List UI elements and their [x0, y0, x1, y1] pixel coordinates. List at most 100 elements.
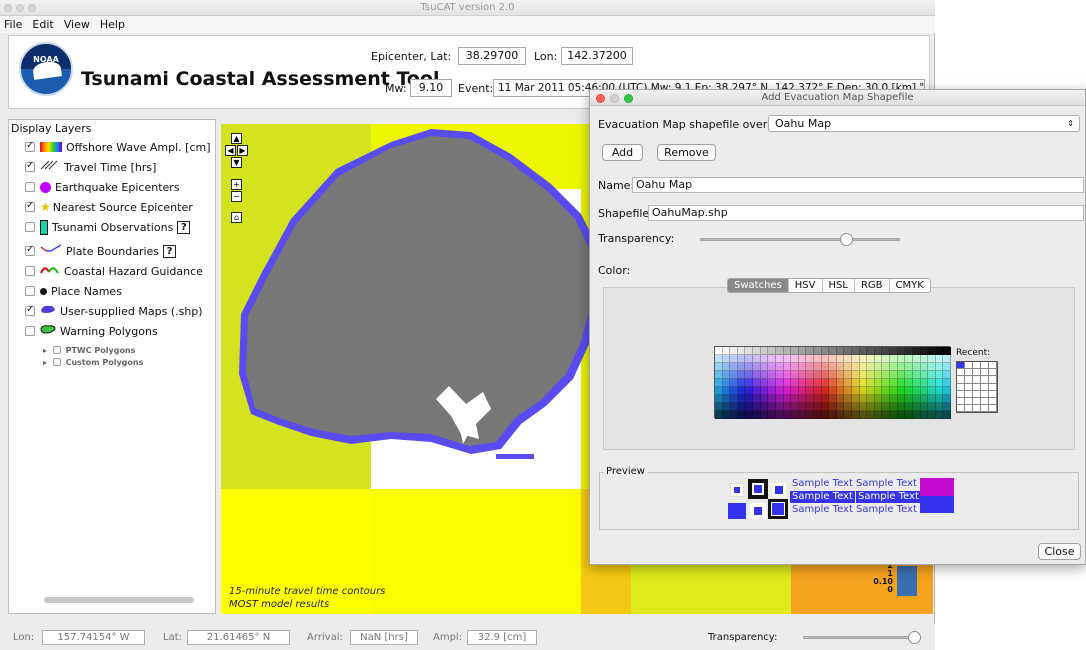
- color-swatch[interactable]: [867, 411, 875, 419]
- color-swatch[interactable]: [943, 363, 951, 371]
- color-swatch[interactable]: [829, 371, 837, 379]
- color-swatch[interactable]: [867, 379, 875, 387]
- color-swatch[interactable]: [882, 387, 891, 395]
- color-swatch[interactable]: [890, 363, 898, 371]
- color-swatch[interactable]: [722, 355, 731, 363]
- dialog-zoom-dot[interactable]: [624, 94, 633, 103]
- color-swatch[interactable]: [852, 347, 860, 355]
- layer-offshore-wave[interactable]: Offshore Wave Ampl. [cm]: [25, 140, 211, 156]
- color-swatch[interactable]: [920, 411, 929, 419]
- color-swatch[interactable]: [821, 379, 830, 387]
- help-icon[interactable]: ?: [177, 220, 191, 234]
- color-swatch[interactable]: [821, 363, 830, 371]
- color-swatch[interactable]: [897, 411, 906, 419]
- color-swatch[interactable]: [745, 411, 754, 419]
- tab-cmyk[interactable]: CMYK: [890, 279, 930, 292]
- color-swatch[interactable]: [890, 411, 898, 419]
- color-swatch[interactable]: [897, 371, 906, 379]
- name-field[interactable]: Oahu Map: [632, 177, 1084, 193]
- checkbox[interactable]: [25, 142, 35, 152]
- color-swatch[interactable]: [775, 379, 784, 387]
- recent-swatch[interactable]: [957, 376, 965, 384]
- color-swatch[interactable]: [783, 355, 792, 363]
- zoom-out-button[interactable]: −: [231, 191, 242, 202]
- recent-swatch[interactable]: [965, 398, 973, 406]
- color-swatch[interactable]: [821, 347, 830, 355]
- checkbox[interactable]: [25, 222, 35, 232]
- color-swatch[interactable]: [753, 395, 761, 403]
- color-swatch[interactable]: [783, 387, 792, 395]
- color-swatch[interactable]: [821, 355, 830, 363]
- color-swatch[interactable]: [874, 395, 883, 403]
- color-swatch[interactable]: [753, 387, 761, 395]
- color-swatch[interactable]: [753, 355, 761, 363]
- color-swatch[interactable]: [890, 395, 898, 403]
- swatch-grid[interactable]: [714, 346, 951, 419]
- color-swatch[interactable]: [737, 371, 746, 379]
- color-swatch[interactable]: [715, 411, 723, 419]
- color-swatch[interactable]: [722, 371, 731, 379]
- recent-swatch[interactable]: [989, 369, 997, 377]
- color-swatch[interactable]: [874, 403, 883, 411]
- color-swatch[interactable]: [730, 411, 738, 419]
- recent-swatch[interactable]: [989, 398, 997, 406]
- color-swatch[interactable]: [730, 379, 738, 387]
- epicenter-lat-field[interactable]: 38.29700: [458, 47, 526, 65]
- color-swatch[interactable]: [730, 363, 738, 371]
- color-swatch[interactable]: [844, 347, 853, 355]
- color-swatch[interactable]: [912, 347, 921, 355]
- color-swatch[interactable]: [928, 355, 936, 363]
- color-swatch[interactable]: [745, 387, 754, 395]
- color-swatch[interactable]: [852, 387, 860, 395]
- color-swatch[interactable]: [867, 363, 875, 371]
- color-swatch[interactable]: [730, 347, 738, 355]
- color-swatch[interactable]: [844, 379, 853, 387]
- layer-tsunami-observations[interactable]: Tsunami Observations?: [25, 219, 191, 236]
- color-swatch[interactable]: [897, 355, 906, 363]
- color-swatch[interactable]: [760, 347, 769, 355]
- color-swatch[interactable]: [867, 347, 875, 355]
- recent-swatch[interactable]: [981, 405, 989, 413]
- color-swatch[interactable]: [791, 355, 799, 363]
- color-swatch[interactable]: [867, 371, 875, 379]
- color-swatch[interactable]: [882, 403, 891, 411]
- color-swatch[interactable]: [783, 403, 792, 411]
- recent-swatch[interactable]: [957, 362, 965, 370]
- color-swatch[interactable]: [775, 347, 784, 355]
- color-swatch[interactable]: [943, 395, 951, 403]
- color-swatch[interactable]: [768, 355, 776, 363]
- color-swatch[interactable]: [935, 371, 944, 379]
- color-swatch[interactable]: [737, 347, 746, 355]
- zoom-window-button[interactable]: [28, 4, 36, 12]
- color-swatch[interactable]: [943, 379, 951, 387]
- tab-swatches[interactable]: Swatches: [728, 279, 789, 292]
- color-swatch[interactable]: [897, 387, 906, 395]
- color-swatch[interactable]: [882, 355, 891, 363]
- color-swatch[interactable]: [836, 379, 845, 387]
- recent-swatch[interactable]: [957, 369, 965, 377]
- color-swatch[interactable]: [867, 355, 875, 363]
- color-swatch[interactable]: [852, 363, 860, 371]
- color-swatch[interactable]: [745, 355, 754, 363]
- color-swatch[interactable]: [737, 395, 746, 403]
- color-swatch[interactable]: [890, 403, 898, 411]
- color-swatch[interactable]: [730, 395, 738, 403]
- color-swatch[interactable]: [753, 371, 761, 379]
- color-swatch[interactable]: [722, 403, 731, 411]
- color-swatch[interactable]: [829, 347, 837, 355]
- color-swatch[interactable]: [928, 363, 936, 371]
- checkbox[interactable]: [25, 246, 35, 256]
- color-swatch[interactable]: [813, 387, 822, 395]
- color-swatch[interactable]: [874, 355, 883, 363]
- color-swatch[interactable]: [791, 363, 799, 371]
- epicenter-lon-field[interactable]: 142.37200: [561, 47, 633, 65]
- color-swatch[interactable]: [791, 395, 799, 403]
- color-swatch[interactable]: [859, 387, 868, 395]
- color-swatch[interactable]: [882, 363, 891, 371]
- color-swatch[interactable]: [806, 387, 814, 395]
- color-swatch[interactable]: [737, 387, 746, 395]
- checkbox[interactable]: [25, 286, 35, 296]
- recent-swatch[interactable]: [957, 390, 965, 398]
- color-swatch[interactable]: [943, 411, 951, 419]
- color-swatch[interactable]: [829, 411, 837, 419]
